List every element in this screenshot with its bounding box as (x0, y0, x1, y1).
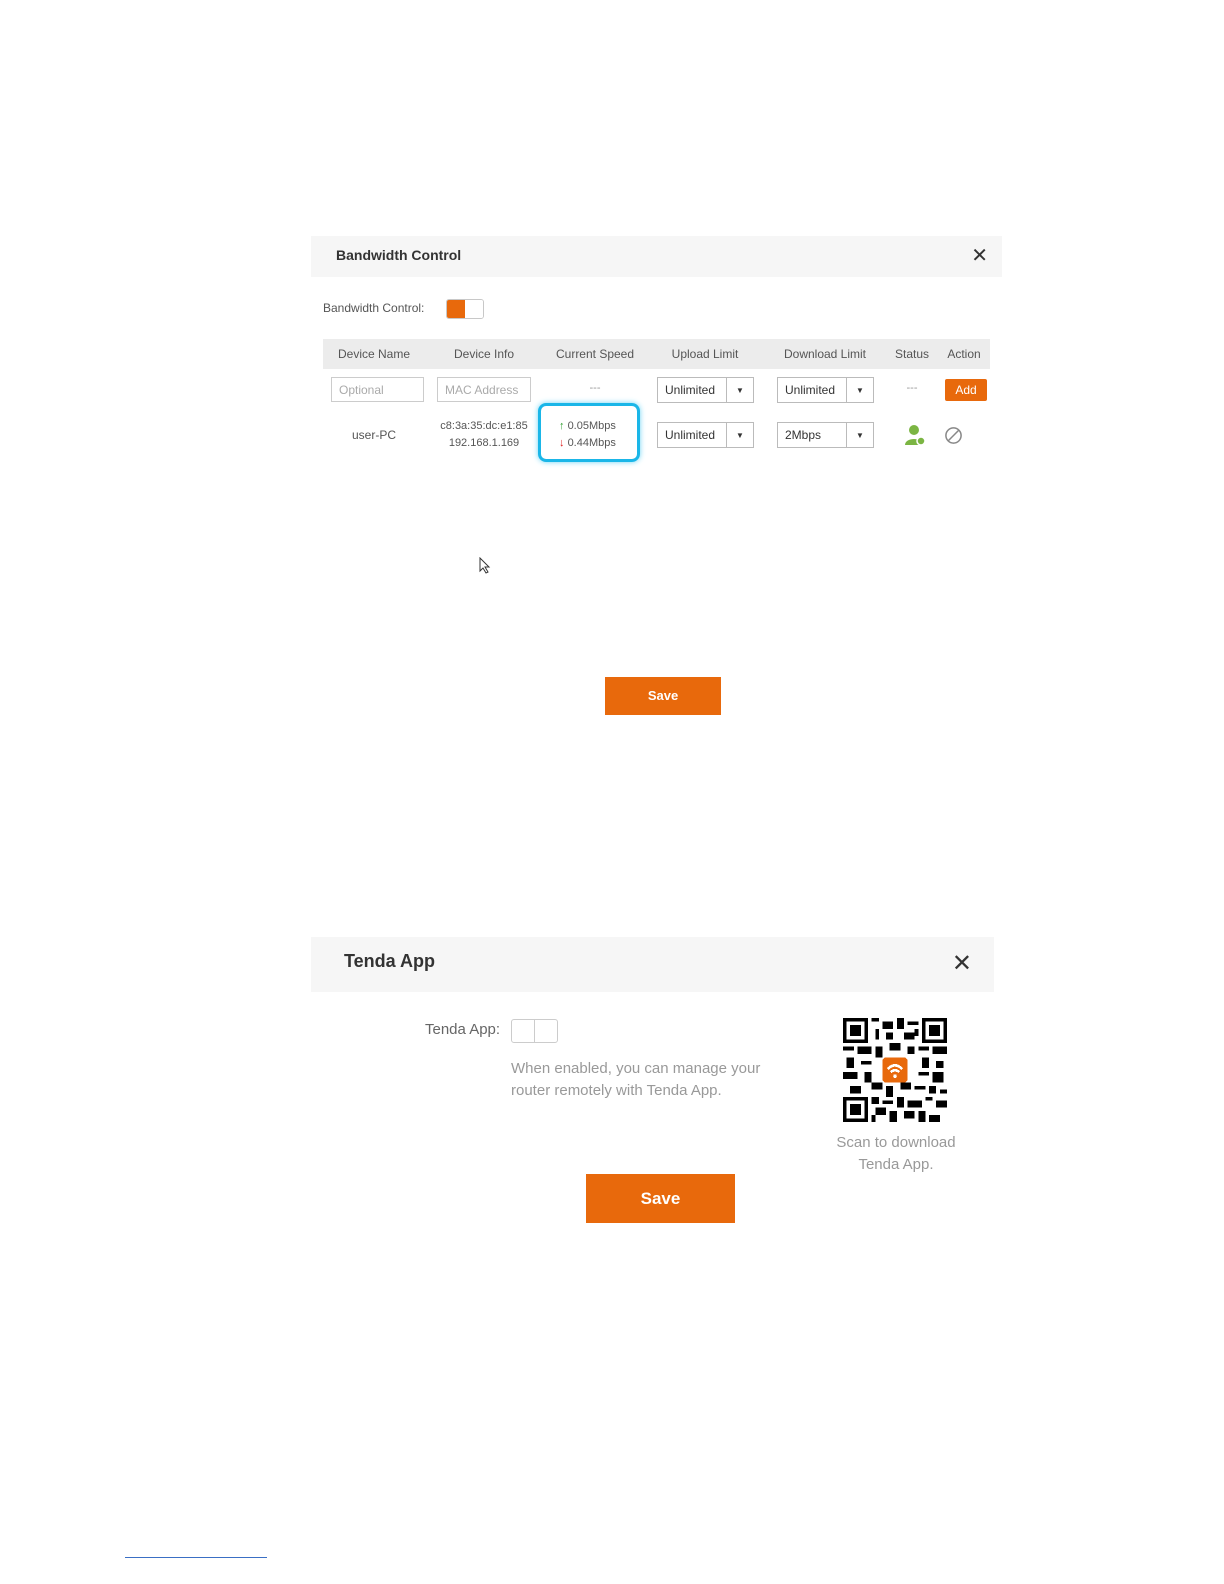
tenda-app-toggle-label: Tenda App: (425, 1021, 501, 1038)
bandwidth-control-toggle[interactable] (446, 299, 484, 319)
download-speed: 0.44Mbps (567, 437, 616, 449)
column-header: Status (894, 347, 930, 361)
user-online-icon (905, 425, 926, 446)
block-icon[interactable] (944, 426, 963, 445)
device-name-input[interactable] (331, 377, 424, 402)
upload-speed: 0.05Mbps (567, 420, 616, 432)
bandwidth-dialog-header: Bandwidth Control ✕ (311, 236, 1002, 277)
device-download-limit-select[interactable]: 2Mbps ▼ (777, 422, 874, 448)
select-value: Unlimited (665, 428, 716, 442)
upload-arrow-icon: ↑ (559, 420, 565, 432)
status-placeholder: --- (906, 382, 918, 394)
download-limit-select[interactable]: Unlimited ▼ (777, 377, 874, 403)
bandwidth-toggle-label: Bandwidth Control: (323, 301, 425, 315)
device-upload-limit-select[interactable]: Unlimited ▼ (657, 422, 754, 448)
upload-limit-select[interactable]: Unlimited ▼ (657, 377, 754, 403)
save-button[interactable]: Save (605, 677, 721, 715)
chevron-down-icon[interactable]: ▼ (846, 378, 873, 402)
current-speed-highlight: ↑ 0.05Mbps ↓ 0.44Mbps (538, 403, 640, 462)
column-header: Download Limit (783, 347, 867, 361)
column-header: Upload Limit (671, 347, 739, 361)
dialog-title: Tenda App (344, 951, 435, 971)
footnote-separator (125, 1557, 267, 1558)
qr-caption: Scan to download Tenda App. (836, 1134, 956, 1173)
dialog-title: Bandwidth Control (336, 247, 462, 263)
qr-code-icon (843, 1018, 947, 1122)
mac-address-input[interactable] (437, 377, 531, 402)
chevron-down-icon[interactable]: ▼ (726, 378, 753, 402)
column-header: Device Info (453, 347, 515, 361)
close-icon[interactable]: ✕ (971, 245, 988, 267)
column-header: Action (947, 347, 981, 361)
download-arrow-icon: ↓ (559, 437, 565, 449)
close-icon[interactable]: ✕ (952, 951, 972, 977)
device-name: user-PC (351, 428, 397, 442)
table-header: Device Name Device Info Current Speed Up… (323, 339, 990, 369)
mouse-cursor-icon (479, 557, 491, 574)
column-header: Current Speed (555, 347, 635, 361)
chevron-down-icon[interactable]: ▼ (846, 423, 873, 447)
select-value: 2Mbps (785, 428, 822, 442)
save-button[interactable]: Save (586, 1174, 735, 1223)
table-row-new: --- Unlimited ▼ Unlimited ▼ --- (323, 369, 990, 406)
tenda-app-dialog-header: Tenda App ✕ (311, 937, 994, 992)
select-value: Unlimited (665, 383, 716, 397)
tenda-app-description: When enabled, you can manage your router… (511, 1060, 761, 1099)
column-header: Device Name (337, 347, 411, 361)
chevron-down-icon[interactable]: ▼ (726, 423, 753, 447)
current-speed-placeholder: --- (589, 382, 601, 394)
tenda-app-toggle[interactable] (511, 1019, 558, 1043)
add-button[interactable]: Add (945, 379, 987, 401)
device-ip: 192.168.1.169 (448, 437, 520, 449)
bandwidth-table: Device Name Device Info Current Speed Up… (323, 339, 990, 406)
select-value: Unlimited (785, 383, 836, 397)
device-mac: c8:3a:35:dc:e1:85 (440, 420, 528, 432)
